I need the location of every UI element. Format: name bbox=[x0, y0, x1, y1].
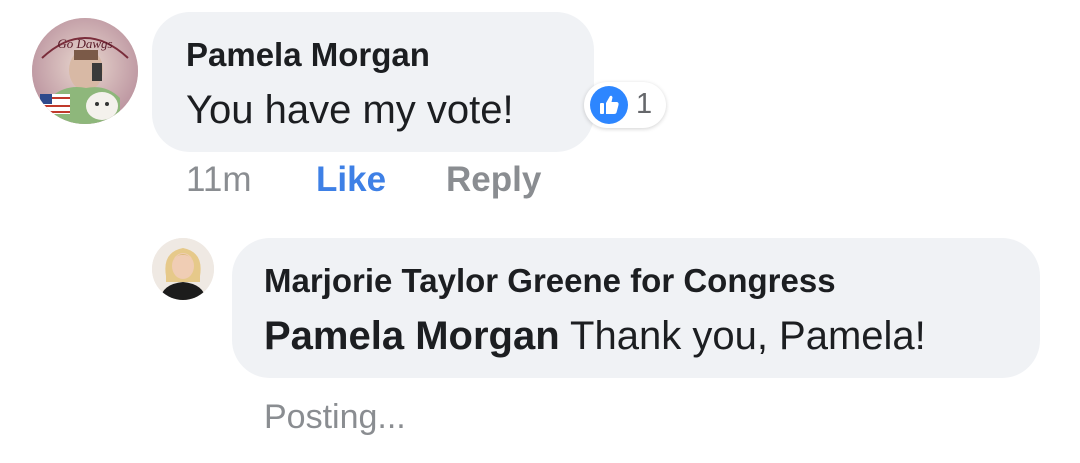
comment-text: You have my vote! bbox=[186, 88, 514, 132]
reaction-count: 1 bbox=[636, 88, 653, 120]
mention-link[interactable]: Pamela Morgan bbox=[264, 314, 560, 358]
reply-avatar[interactable] bbox=[152, 238, 214, 300]
thumbs-up-icon bbox=[590, 86, 628, 124]
avatar-caption: Go Dawgs bbox=[57, 36, 112, 51]
profile-photo-icon: Go Dawgs bbox=[32, 18, 138, 124]
reply-bubble[interactable]: Marjorie Taylor Greene for Congress Pame… bbox=[232, 238, 1040, 378]
comment-thread: Go Dawgs Pamela Morgan You have my vote! bbox=[0, 0, 1080, 463]
reaction-summary[interactable]: 1 bbox=[584, 82, 666, 128]
comment-bubble[interactable]: Pamela Morgan You have my vote! bbox=[152, 12, 594, 152]
profile-photo-icon bbox=[152, 238, 214, 300]
comment-timestamp[interactable]: 11m bbox=[186, 160, 252, 200]
like-button[interactable]: Like bbox=[316, 160, 386, 200]
reply-author[interactable]: Marjorie Taylor Greene for Congress bbox=[264, 262, 836, 300]
reply-button[interactable]: Reply bbox=[446, 160, 541, 200]
posting-status: Posting... bbox=[264, 398, 406, 436]
reply-text: Pamela Morgan Thank you, Pamela! bbox=[264, 314, 926, 359]
comment-author[interactable]: Pamela Morgan bbox=[186, 36, 430, 74]
reply-message: Thank you, Pamela! bbox=[570, 314, 926, 358]
avatar[interactable]: Go Dawgs bbox=[32, 18, 138, 124]
